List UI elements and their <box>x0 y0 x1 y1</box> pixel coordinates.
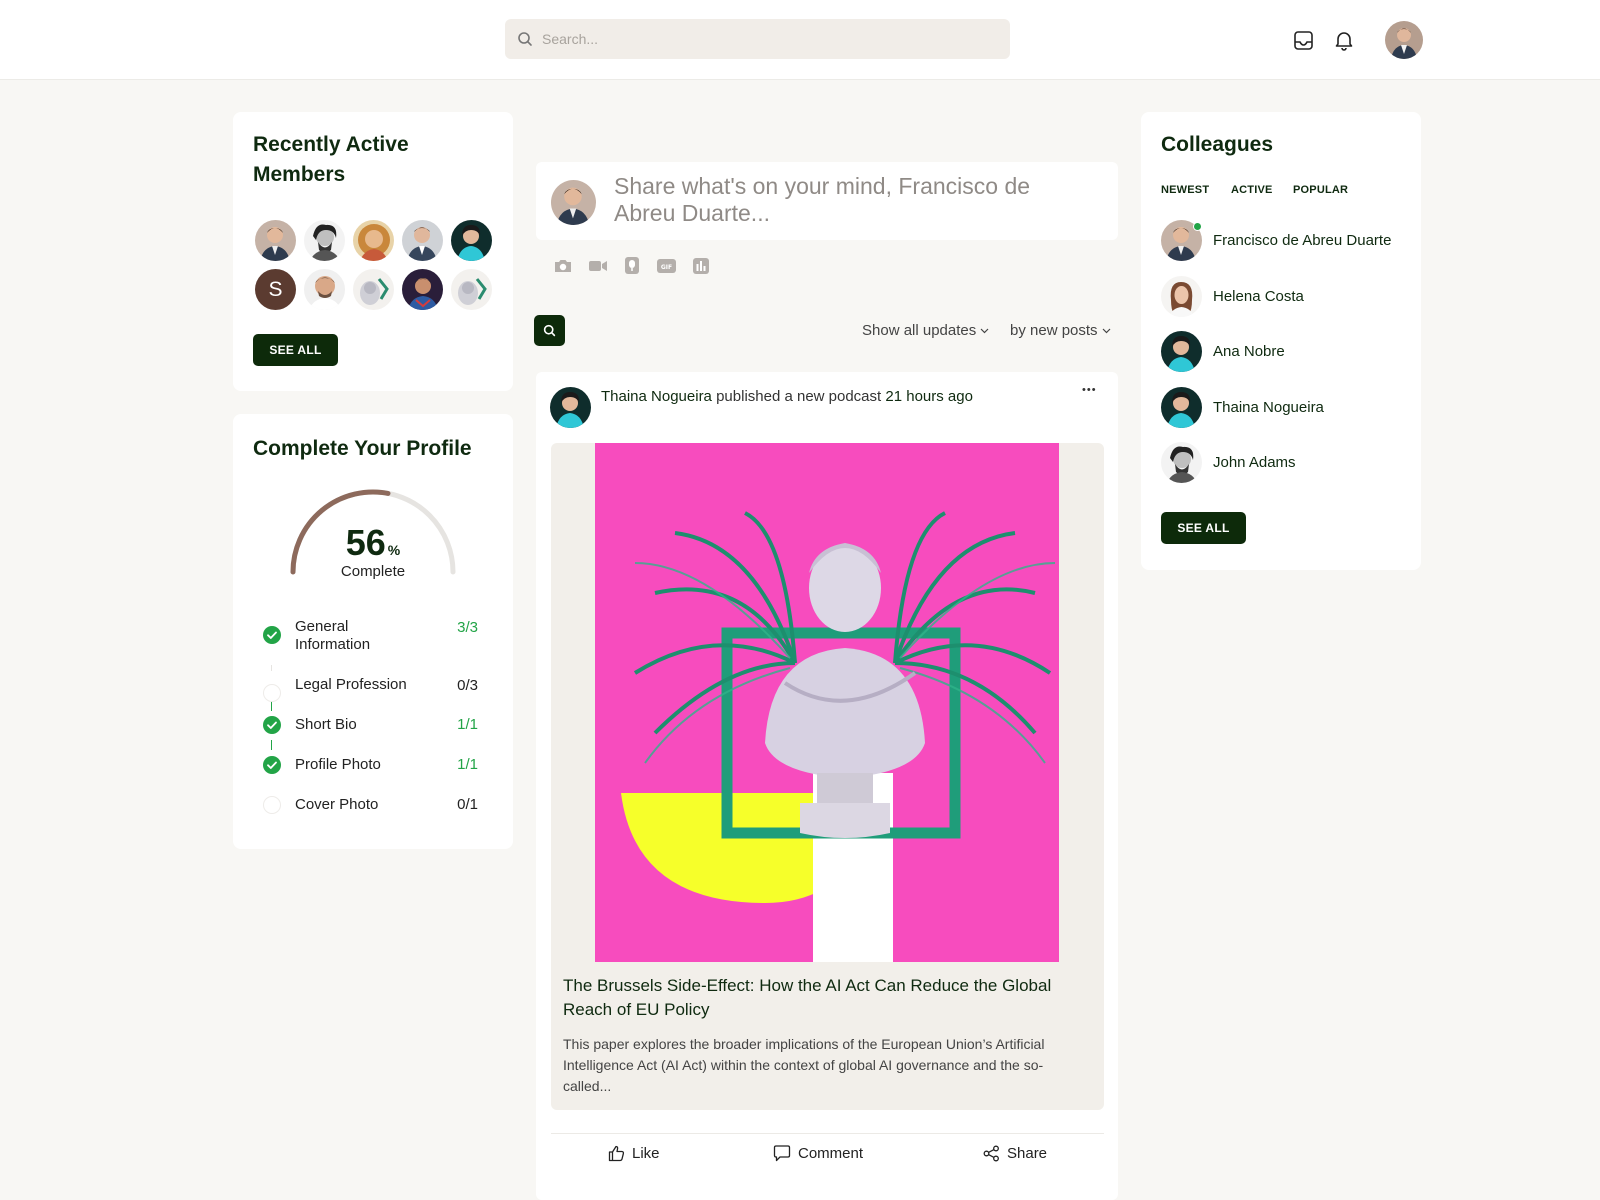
member-avatar[interactable] <box>353 269 394 310</box>
post-menu-button[interactable]: ••• <box>1082 384 1097 396</box>
feed-search-button[interactable] <box>534 315 565 346</box>
member-avatar[interactable] <box>304 220 345 261</box>
step-connector <box>271 740 272 750</box>
member-avatar[interactable] <box>402 269 443 310</box>
colleagues-title: Colleagues <box>1161 133 1274 156</box>
search-icon <box>518 32 532 46</box>
step-connector <box>271 701 272 711</box>
composer-placeholder[interactable]: Share what's on your mind, Francisco de … <box>614 173 1084 227</box>
check-complete-icon <box>263 716 281 734</box>
gif-icon[interactable]: GIF <box>655 255 677 277</box>
post-author-avatar[interactable] <box>550 387 591 428</box>
podcast-cover-image[interactable] <box>595 443 1059 962</box>
search-icon <box>543 324 556 337</box>
checklist-item-value: 1/1 <box>457 716 478 733</box>
colleagues-see-all-button[interactable]: SEE ALL <box>1161 512 1246 544</box>
inbox-icon[interactable] <box>1291 28 1315 52</box>
chevron-down-icon <box>980 328 989 333</box>
check-incomplete-icon <box>263 684 281 702</box>
show-updates-label: Show all updates <box>862 322 977 339</box>
share-button[interactable]: Share <box>983 1145 1047 1162</box>
comment-button[interactable]: Comment <box>773 1145 863 1162</box>
search-bar[interactable] <box>505 19 1010 59</box>
colleague-avatar[interactable] <box>1161 331 1202 372</box>
member-avatar[interactable] <box>402 220 443 261</box>
tab-newest[interactable]: NEWEST <box>1161 184 1209 196</box>
post-header: Thaina Nogueira published a new podcast … <box>601 388 973 405</box>
like-button[interactable]: Like <box>608 1145 660 1162</box>
svg-text:GIF: GIF <box>660 264 671 271</box>
search-input[interactable] <box>542 31 982 47</box>
colleague-avatar[interactable] <box>1161 276 1202 317</box>
member-avatar[interactable] <box>304 269 345 310</box>
checklist-item-label[interactable]: General Information <box>295 618 415 654</box>
colleague-avatar[interactable] <box>1161 442 1202 483</box>
check-complete-icon <box>263 756 281 774</box>
checklist-item-value: 1/1 <box>457 756 478 773</box>
member-avatar[interactable] <box>451 269 492 310</box>
tab-popular[interactable]: POPULAR <box>1293 184 1348 196</box>
sort-dropdown[interactable]: by new posts <box>1010 322 1111 339</box>
colleague-name[interactable]: Francisco de Abreu Duarte <box>1213 232 1391 249</box>
comment-label: Comment <box>798 1145 864 1162</box>
microphone-icon[interactable] <box>621 255 643 277</box>
composer-avatar <box>551 180 596 225</box>
sort-label: by new posts <box>1010 322 1098 339</box>
user-avatar[interactable] <box>1385 21 1423 59</box>
profile-card-title: Complete Your Profile <box>253 437 472 460</box>
thumbs-up-icon <box>608 1145 625 1162</box>
comment-icon <box>773 1145 791 1162</box>
member-avatar[interactable] <box>353 220 394 261</box>
bell-icon[interactable] <box>1332 28 1356 52</box>
check-complete-icon <box>263 626 281 644</box>
recent-members-title: Recently Active Members <box>253 133 409 186</box>
colleague-name[interactable]: Helena Costa <box>1213 288 1304 305</box>
checklist-item-value: 0/1 <box>457 796 478 813</box>
check-incomplete-icon <box>263 796 281 814</box>
post-divider <box>551 1133 1104 1134</box>
camera-icon[interactable] <box>552 255 574 277</box>
profile-percent: 56% <box>233 522 513 564</box>
checklist-item-value: 3/3 <box>457 619 478 636</box>
checklist-item-value: 0/3 <box>457 677 478 694</box>
tab-active[interactable]: ACTIVE <box>1231 184 1273 196</box>
poll-icon[interactable] <box>690 255 712 277</box>
post-excerpt: This paper explores the broader implicat… <box>563 1036 1045 1094</box>
checklist-item-label[interactable]: Legal Profession <box>295 676 415 694</box>
post-title[interactable]: The Brussels Side-Effect: How the AI Act… <box>563 974 1093 1022</box>
chevron-down-icon <box>1102 328 1110 333</box>
post-author-name[interactable]: Thaina Nogueira <box>601 388 712 405</box>
step-connector <box>271 665 272 671</box>
video-icon[interactable] <box>587 255 609 277</box>
percent-sign: % <box>387 542 401 558</box>
members-see-all-button[interactable]: SEE ALL <box>253 334 338 366</box>
percent-value: 56 <box>345 522 386 563</box>
share-icon <box>983 1145 999 1162</box>
member-avatar-letter[interactable]: S <box>255 269 296 310</box>
show-updates-dropdown[interactable]: Show all updates <box>862 322 989 339</box>
colleague-name[interactable]: Ana Nobre <box>1213 343 1285 360</box>
colleague-name[interactable]: John Adams <box>1213 454 1296 471</box>
checklist-item-label[interactable]: Profile Photo <box>295 756 415 774</box>
post-action-text: published a new podcast <box>716 388 882 405</box>
complete-label: Complete <box>340 563 406 580</box>
post-time: 21 hours ago <box>885 388 973 405</box>
checklist-item-label[interactable]: Cover Photo <box>295 796 415 814</box>
member-avatar[interactable] <box>255 220 296 261</box>
avatar-initial: S <box>268 277 283 301</box>
checklist-item-label[interactable]: Short Bio <box>295 716 415 734</box>
share-label: Share <box>1007 1145 1048 1162</box>
top-bar <box>0 0 1600 80</box>
colleague-name[interactable]: Thaina Nogueira <box>1213 399 1324 416</box>
online-status-dot <box>1193 222 1202 231</box>
member-avatar[interactable] <box>451 220 492 261</box>
like-label: Like <box>632 1145 660 1162</box>
colleague-avatar[interactable] <box>1161 387 1202 428</box>
